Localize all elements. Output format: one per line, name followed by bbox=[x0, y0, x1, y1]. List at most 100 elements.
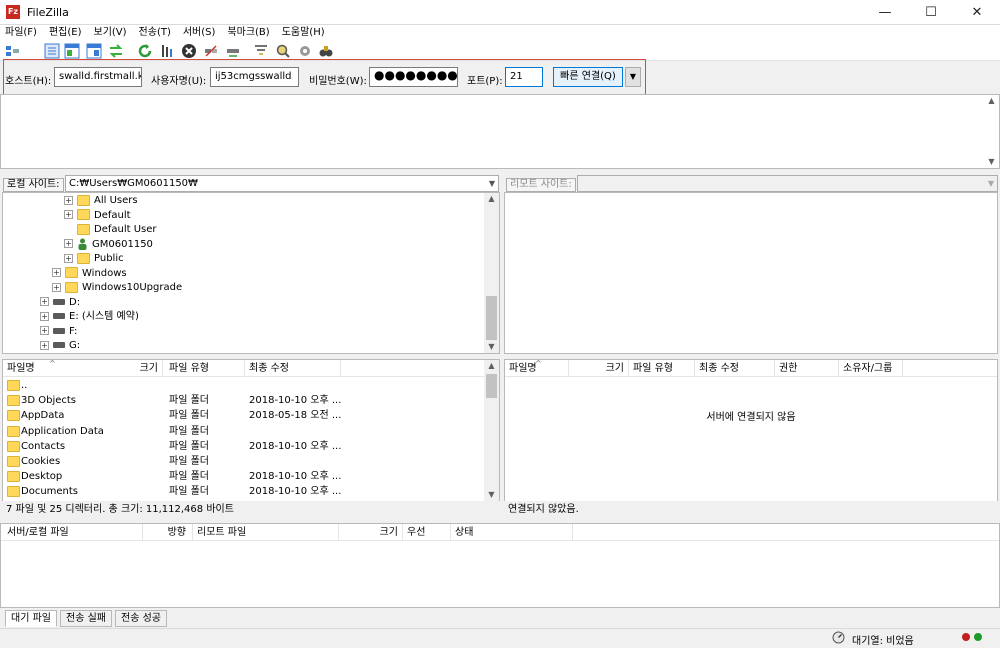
speed-limit-icon[interactable] bbox=[832, 631, 845, 644]
tree-item[interactable]: + G: bbox=[40, 339, 80, 353]
col-modified[interactable]: 최종 수정 bbox=[695, 360, 775, 377]
table-row[interactable]: Contacts 파일 폴더 2018-10-10 오후 ... bbox=[3, 439, 485, 454]
expand-icon[interactable]: + bbox=[64, 210, 73, 219]
local-tree-panel[interactable]: + All Users + Default Default User + GM0601150… bbox=[2, 192, 500, 354]
scroll-thumb[interactable] bbox=[486, 296, 497, 340]
remote-file-list[interactable]: 파일명 ^ 크기 파일 유형 최종 수정 권한 소유자/그룹 서버에 연결되지 … bbox=[504, 359, 998, 502]
menu-file[interactable]: 파일(F) bbox=[0, 25, 43, 41]
tree-item-label: Windows10Upgrade bbox=[82, 282, 183, 293]
disconnect-icon[interactable] bbox=[203, 43, 219, 59]
col-remote-file[interactable]: 리모트 파일 bbox=[193, 524, 339, 541]
username-input[interactable]: ij53cmgsswalld bbox=[210, 67, 299, 87]
scroll-down-icon[interactable]: ▼ bbox=[484, 489, 499, 501]
quickconnect-dropdown-button[interactable]: ▼ bbox=[625, 67, 641, 87]
reconnect-icon[interactable] bbox=[225, 43, 241, 59]
tree-item[interactable]: + D: bbox=[40, 296, 80, 310]
tree-item[interactable]: + GM0601150 bbox=[64, 238, 153, 252]
scroll-down-icon[interactable]: ▼ bbox=[484, 341, 499, 353]
table-row[interactable]: .. bbox=[3, 378, 485, 393]
toggle-remote-tree-icon[interactable] bbox=[86, 43, 102, 59]
scroll-up-icon[interactable]: ▲ bbox=[484, 193, 499, 205]
col-status[interactable]: 상태 bbox=[451, 524, 573, 541]
scroll-up-icon[interactable]: ▲ bbox=[484, 360, 499, 372]
col-size[interactable]: 크기 bbox=[569, 360, 629, 377]
col-priority[interactable]: 우선 bbox=[403, 524, 451, 541]
expand-icon[interactable]: + bbox=[40, 311, 49, 321]
process-queue-icon[interactable] bbox=[160, 43, 176, 59]
expand-icon[interactable]: + bbox=[40, 297, 49, 306]
scroll-down-icon[interactable]: ▼ bbox=[984, 156, 999, 168]
close-button[interactable]: ✕ bbox=[954, 0, 1000, 25]
menu-view[interactable]: 보기(V) bbox=[88, 25, 133, 41]
maximize-button[interactable]: ☐ bbox=[908, 0, 954, 25]
cancel-icon[interactable] bbox=[181, 43, 197, 59]
menu-bookmarks[interactable]: 북마크(B) bbox=[221, 25, 275, 41]
tree-item[interactable]: Default User bbox=[64, 223, 157, 237]
table-row[interactable]: Desktop 파일 폴더 2018-10-10 오후 ... bbox=[3, 469, 485, 484]
chevron-down-icon[interactable]: ▼ bbox=[988, 176, 994, 191]
menu-help[interactable]: 도움말(H) bbox=[276, 25, 331, 41]
password-input[interactable]: ●●●●●●●● bbox=[369, 67, 458, 87]
refresh-icon[interactable] bbox=[137, 43, 153, 59]
filter-icon[interactable] bbox=[253, 43, 269, 59]
expand-icon[interactable]: + bbox=[52, 268, 61, 277]
menu-transfer[interactable]: 전송(T) bbox=[133, 25, 177, 41]
host-input[interactable]: swalld.firstmall.kr bbox=[54, 67, 142, 87]
col-modified[interactable]: 최종 수정 bbox=[245, 360, 341, 377]
search-icon[interactable] bbox=[318, 43, 334, 59]
sync-browse-icon[interactable] bbox=[297, 43, 313, 59]
expand-icon[interactable]: + bbox=[40, 326, 49, 335]
local-path-combo[interactable]: C:₩Users₩GM0601150₩ ▼ bbox=[65, 175, 499, 192]
compare-icon[interactable] bbox=[275, 43, 291, 59]
folder-icon bbox=[7, 425, 20, 437]
scroll-up-icon[interactable]: ▲ bbox=[984, 95, 999, 107]
chevron-down-icon[interactable]: ▼ bbox=[489, 176, 495, 191]
tree-item[interactable]: + Windows bbox=[52, 267, 127, 281]
col-size[interactable]: 크기 bbox=[339, 524, 403, 541]
transfer-queue[interactable]: 서버/로컬 파일 방향 리모트 파일 크기 우선 상태 bbox=[0, 523, 1000, 608]
col-type[interactable]: 파일 유형 bbox=[165, 360, 245, 377]
toggle-local-tree-icon[interactable] bbox=[64, 43, 80, 59]
expand-icon[interactable]: + bbox=[64, 195, 73, 205]
scroll-thumb[interactable] bbox=[486, 374, 497, 398]
toggle-log-icon[interactable] bbox=[44, 43, 60, 59]
table-row[interactable]: AppData 파일 폴더 2018-05-18 오전 ... bbox=[3, 408, 485, 423]
col-size[interactable]: 크기 bbox=[103, 360, 163, 377]
tree-item[interactable]: + E: (시스템 예약) bbox=[40, 310, 139, 324]
local-files-scrollbar[interactable]: ▲ ▼ bbox=[484, 360, 499, 501]
col-permissions[interactable]: 권한 bbox=[775, 360, 839, 377]
local-tree-scrollbar[interactable]: ▲ ▼ bbox=[484, 193, 499, 353]
local-file-list[interactable]: 파일명 ^ 크기 파일 유형 최종 수정 .. 3D Objects 파일 폴더 20… bbox=[2, 359, 500, 502]
col-server-local-file[interactable]: 서버/로컬 파일 bbox=[3, 524, 143, 541]
remote-path-combo[interactable]: ▼ bbox=[577, 175, 998, 192]
menu-server[interactable]: 서버(S) bbox=[177, 25, 222, 41]
expand-icon[interactable]: + bbox=[40, 340, 49, 350]
expand-icon[interactable]: + bbox=[52, 282, 61, 292]
menu-edit[interactable]: 편집(E) bbox=[43, 25, 88, 41]
tab-queued-files[interactable]: 대기 파일 bbox=[5, 610, 57, 627]
port-input[interactable]: 21 bbox=[505, 67, 543, 87]
log-scrollbar[interactable]: ▲ ▼ bbox=[984, 95, 999, 168]
table-row[interactable]: Documents 파일 폴더 2018-10-10 오후 ... bbox=[3, 484, 485, 499]
tree-item[interactable]: + All Users bbox=[64, 194, 138, 208]
col-owner[interactable]: 소유자/그룹 bbox=[839, 360, 903, 377]
table-row[interactable]: 3D Objects 파일 폴더 2018-10-10 오후 ... bbox=[3, 393, 485, 408]
minimize-button[interactable]: — bbox=[862, 0, 908, 25]
transfer-queue-icon[interactable] bbox=[108, 43, 124, 59]
table-row[interactable]: Cookies 파일 폴더 bbox=[3, 454, 485, 469]
tab-successful-transfers[interactable]: 전송 성공 bbox=[115, 610, 167, 627]
tree-item[interactable]: + Public bbox=[64, 252, 124, 266]
site-manager-icon[interactable] bbox=[5, 43, 21, 59]
expand-icon[interactable]: + bbox=[64, 239, 73, 248]
table-row[interactable]: Application Data 파일 폴더 bbox=[3, 424, 485, 439]
tab-failed-transfers[interactable]: 전송 실패 bbox=[60, 610, 112, 627]
col-type[interactable]: 파일 유형 bbox=[629, 360, 695, 377]
expand-icon[interactable]: + bbox=[64, 253, 73, 263]
remote-tree-panel[interactable] bbox=[504, 192, 998, 354]
col-direction[interactable]: 방향 bbox=[143, 524, 193, 541]
tree-item[interactable]: + Windows10Upgrade bbox=[52, 281, 182, 295]
tree-item[interactable]: + Default bbox=[64, 209, 131, 223]
tree-item[interactable]: + F: bbox=[40, 325, 77, 339]
message-log[interactable]: ▲ ▼ bbox=[0, 94, 1000, 169]
quickconnect-button[interactable]: 빠른 연결(Q) bbox=[553, 67, 623, 87]
